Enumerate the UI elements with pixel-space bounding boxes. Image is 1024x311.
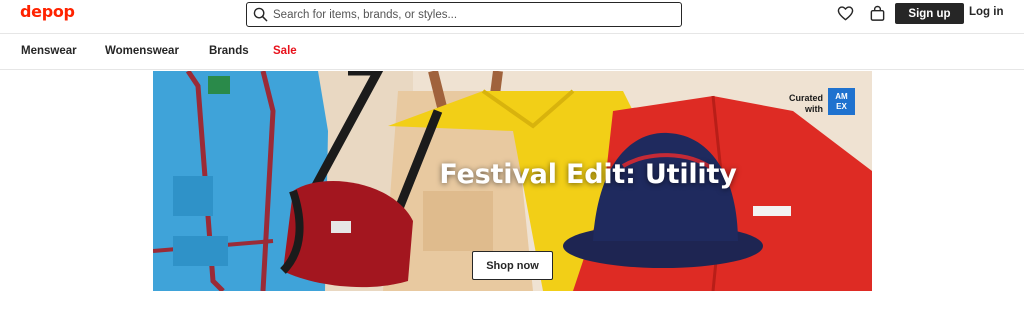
amex-logo-line1: AM xyxy=(835,92,848,101)
curated-with-label: Curated with xyxy=(781,93,823,115)
hero-title: Festival Edit: Utility xyxy=(439,159,737,190)
search-input[interactable] xyxy=(273,5,673,24)
nav-item-brands[interactable]: Brands xyxy=(209,45,249,57)
nav-item-menswear[interactable]: Menswear xyxy=(21,45,77,57)
curated-label-line1: Curated xyxy=(788,93,823,103)
shop-now-button[interactable]: Shop now xyxy=(472,251,553,280)
search-bar[interactable] xyxy=(246,2,682,27)
curated-label-line2: with xyxy=(805,104,823,114)
bag-icon[interactable] xyxy=(869,5,886,22)
depop-logo[interactable]: depop xyxy=(20,2,75,21)
heart-icon[interactable] xyxy=(837,5,854,22)
sign-up-button[interactable]: Sign up xyxy=(895,3,964,24)
nav-item-womenswear[interactable]: Womenswear xyxy=(105,45,179,57)
amex-logo-line2: EX xyxy=(836,102,847,111)
category-nav: Menswear Womenswear Brands Sale xyxy=(0,33,1024,70)
amex-logo: AM EX xyxy=(828,88,855,115)
site-header: depop Sign up Log in xyxy=(0,0,1024,33)
search-icon xyxy=(253,7,268,22)
nav-item-sale[interactable]: Sale xyxy=(273,45,297,57)
hero-banner[interactable]: Festival Edit: Utility Shop now Curated … xyxy=(153,71,872,291)
log-in-link[interactable]: Log in xyxy=(969,6,1004,18)
